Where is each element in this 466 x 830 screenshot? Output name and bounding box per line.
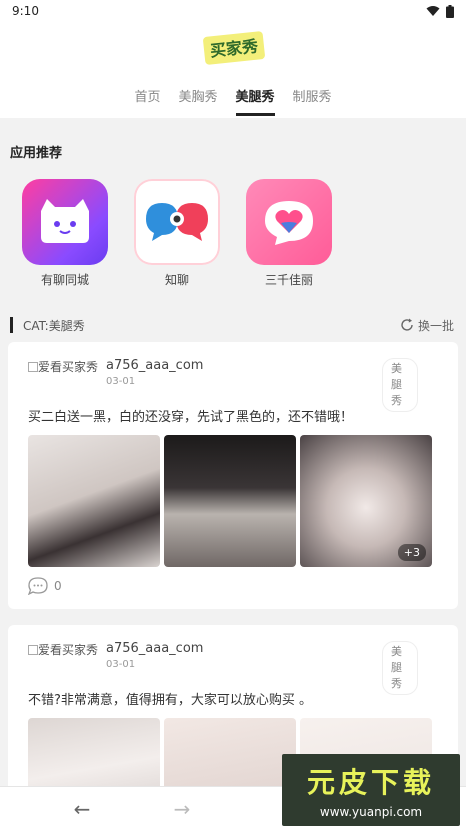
- comment-icon: [28, 577, 48, 595]
- more-photos-badge: +3: [397, 544, 426, 561]
- user-info: a756_aaa_com 03-01: [106, 358, 203, 387]
- status-icons: [426, 4, 454, 18]
- comment-button[interactable]: 0: [28, 577, 438, 595]
- app-label: 知聊: [164, 273, 189, 287]
- avatar-alt-text: 爱看买家秀: [38, 643, 99, 657]
- post-header: 爱看买家秀 a756_aaa_com 03-01: [28, 358, 438, 398]
- avatar[interactable]: 爱看买家秀: [28, 641, 100, 659]
- section-title-text: CAT:美腿秀: [23, 318, 85, 333]
- avatar[interactable]: 爱看买家秀: [28, 358, 100, 376]
- forward-button[interactable]: →: [132, 797, 232, 821]
- broken-image-icon: [28, 362, 38, 372]
- post-photo[interactable]: [28, 435, 160, 567]
- post-date: 03-01: [106, 659, 136, 670]
- chat-bubbles-app-icon[interactable]: [134, 179, 220, 265]
- app-logo[interactable]: 买家秀: [200, 28, 268, 68]
- wifi-icon: [426, 6, 440, 16]
- username[interactable]: a756_aaa_com: [106, 641, 203, 656]
- status-bar: 9:10: [0, 0, 466, 22]
- refresh-button[interactable]: 换一批: [400, 317, 454, 334]
- app-recommendations: 应用推荐 有聊同城 知聊 三千佳丽: [0, 118, 466, 308]
- tab-uniform-show[interactable]: 制服秀: [293, 86, 332, 116]
- post-photo[interactable]: +3: [300, 435, 432, 567]
- refresh-label: 换一批: [417, 318, 454, 333]
- back-button[interactable]: ←: [32, 797, 132, 821]
- user-info: a756_aaa_com 03-01: [106, 641, 203, 670]
- apps-title: 应用推荐: [10, 146, 63, 161]
- app-label: 有聊同城: [40, 273, 89, 287]
- tab-home[interactable]: 首页: [134, 86, 160, 116]
- app-label: 三千佳丽: [264, 273, 313, 287]
- header: 买家秀 首页 美胸秀 美腿秀 制服秀: [0, 22, 466, 118]
- watermark-title: 元皮下载: [306, 766, 435, 799]
- comment-count: 0: [54, 579, 62, 593]
- tab-leg-show[interactable]: 美腿秀: [235, 86, 275, 116]
- watermark: 元皮下载 www.yuanpi.com: [282, 754, 460, 826]
- refresh-icon: [401, 318, 413, 331]
- heart-chat-app-icon[interactable]: [246, 179, 332, 265]
- arrow-left-icon: ←: [73, 796, 91, 821]
- post-text: 买二白送一黑，白的还没穿，先试了黑色的，还不错哦！: [28, 410, 354, 425]
- username[interactable]: a756_aaa_com: [106, 358, 203, 373]
- category-tag[interactable]: 美腿秀: [382, 641, 418, 695]
- section-header: CAT:美腿秀 换一批: [0, 308, 466, 342]
- post-card[interactable]: 爱看买家秀 a756_aaa_com 03-01 美腿秀 买二白送一黑，白的还没…: [8, 342, 458, 609]
- post-photo[interactable]: [164, 435, 296, 567]
- battery-icon: [446, 4, 454, 18]
- app-item[interactable]: 知聊: [134, 179, 220, 288]
- post-date: 03-01: [106, 376, 136, 387]
- post-header: 爱看买家秀 a756_aaa_com 03-01: [28, 641, 438, 681]
- cat-chat-app-icon[interactable]: [22, 179, 108, 265]
- category-tag[interactable]: 美腿秀: [382, 358, 418, 412]
- watermark-url: www.yuanpi.com: [319, 805, 423, 819]
- section-title: CAT:美腿秀: [10, 317, 85, 334]
- broken-image-icon: [28, 645, 38, 655]
- section-marker: [10, 317, 13, 333]
- tab-bar: 首页 美胸秀 美腿秀 制服秀: [0, 86, 466, 116]
- arrow-right-icon: →: [173, 796, 191, 821]
- post-text: 不错?非常满意，值得拥有，大家可以放心购买 。: [28, 693, 313, 708]
- status-time: 9:10: [12, 4, 39, 18]
- avatar-alt-text: 爱看买家秀: [38, 360, 99, 374]
- tab-chest-show[interactable]: 美胸秀: [178, 86, 217, 116]
- app-list: 有聊同城 知聊 三千佳丽: [10, 179, 456, 288]
- app-item[interactable]: 有聊同城: [22, 179, 108, 288]
- app-item[interactable]: 三千佳丽: [246, 179, 332, 288]
- photo-grid: +3: [28, 435, 438, 567]
